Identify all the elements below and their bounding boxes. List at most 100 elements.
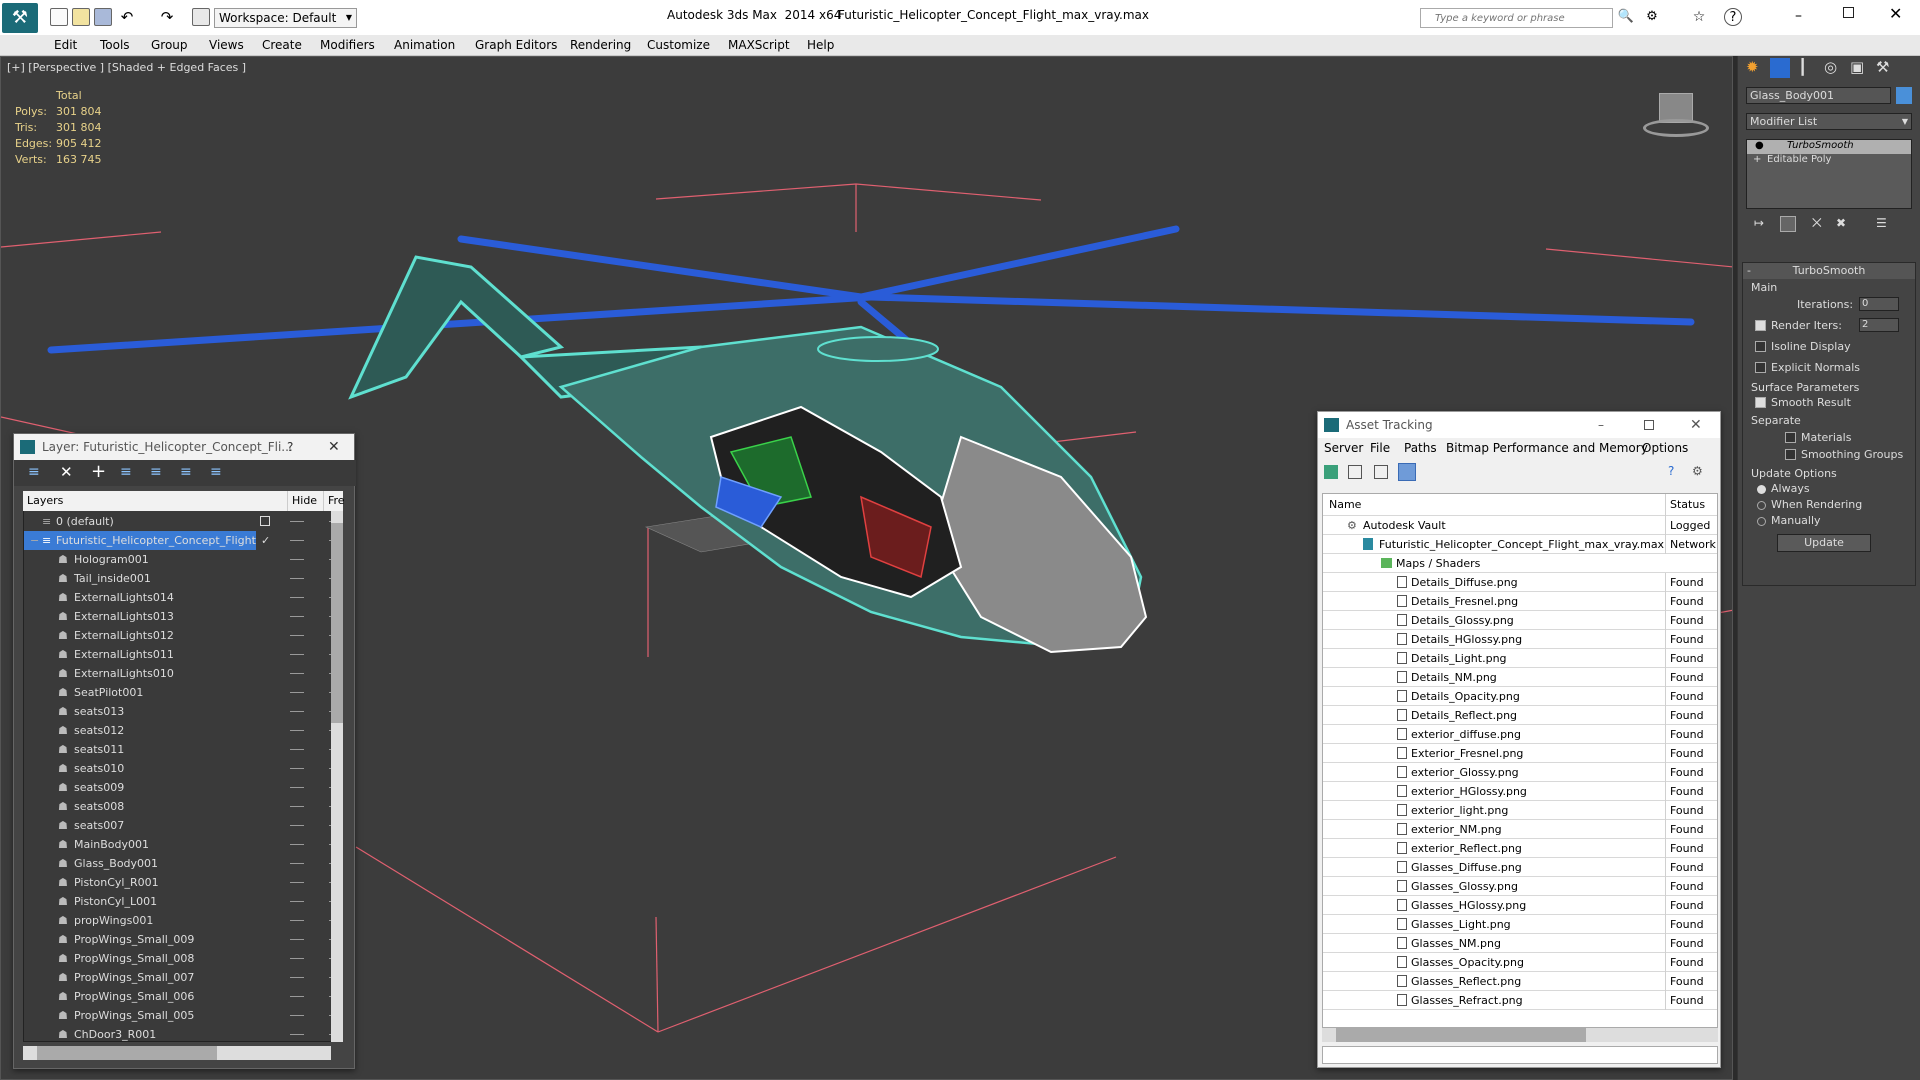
hide-toggle[interactable] [290, 939, 304, 940]
object-name-field[interactable]: Glass_Body001 [1746, 87, 1891, 104]
lightbulb-icon[interactable]: ● [1755, 140, 1764, 151]
col-hide[interactable]: Hide [287, 491, 317, 511]
hide-toggle[interactable] [290, 711, 304, 712]
asset-file-row[interactable]: exterior_light.png Found [1323, 801, 1717, 820]
help-icon[interactable]: ? [1724, 8, 1742, 26]
layer-item-row[interactable]: ☗ PistonCyl_L001 [24, 892, 342, 911]
asset-file-row[interactable]: Glasses_Light.png Found [1323, 915, 1717, 934]
hide-toggle[interactable] [290, 787, 304, 788]
layer-manager-window[interactable]: Layer: Futuristic_Helicopter_Concept_Fli… [13, 433, 356, 1069]
update-button[interactable]: Update [1777, 534, 1871, 552]
asset-menu-server[interactable]: Server [1324, 441, 1363, 455]
render-iters-checkbox[interactable] [1755, 320, 1766, 331]
list-view-icon[interactable] [1348, 465, 1362, 479]
hide-toggle[interactable] [290, 977, 304, 978]
refresh-icon[interactable] [1324, 465, 1338, 479]
layer-item-row[interactable]: ☗ propWings001 [24, 911, 342, 930]
hide-toggle[interactable] [290, 1015, 304, 1016]
hide-toggle[interactable] [290, 958, 304, 959]
menu-help[interactable]: Help [807, 38, 834, 52]
active-layer-checkbox[interactable] [260, 516, 270, 526]
asset-file-row[interactable]: Details_HGlossy.png Found [1323, 630, 1717, 649]
menu-create[interactable]: Create [262, 38, 302, 52]
settings-help-icon[interactable]: ⚙ [1692, 464, 1703, 478]
asset-file-row[interactable]: Exterior_Fresnel.png Found [1323, 744, 1717, 763]
project-folder-icon[interactable] [192, 8, 210, 26]
menu-views[interactable]: Views [209, 38, 244, 52]
viewport-label[interactable]: [+] [Perspective ] [Shaded + Edged Faces… [7, 61, 246, 74]
show-end-result-icon[interactable] [1780, 216, 1796, 232]
menu-edit[interactable]: Edit [54, 38, 77, 52]
hide-toggle[interactable] [290, 863, 304, 864]
hide-toggle[interactable] [290, 920, 304, 921]
col-layers[interactable]: Layers [27, 491, 63, 511]
layer-vertical-scrollbar[interactable] [331, 511, 343, 1042]
layer-item-row[interactable]: ☗ PropWings_Small_005 [24, 1006, 342, 1025]
asset-file-row[interactable]: Glasses_Reflect.png Found [1323, 972, 1717, 991]
layer-item-row[interactable]: ☗ Hologram001 [24, 550, 342, 569]
pin-stack-icon[interactable]: ↦ [1754, 216, 1764, 230]
asset-horizontal-scrollbar[interactable] [1322, 1028, 1718, 1042]
undo-icon[interactable]: ↶ [118, 8, 136, 26]
asset-path-field[interactable] [1322, 1046, 1718, 1064]
layer-item-row[interactable]: ☗ PropWings_Small_007 [24, 968, 342, 987]
layer-item-row[interactable]: ☗ ExternalLights011 [24, 645, 342, 664]
asset-row-maps-folder[interactable]: Maps / Shaders [1323, 554, 1717, 573]
hide-toggle[interactable] [290, 559, 304, 560]
layer-item-row[interactable]: ☗ seats007 [24, 816, 342, 835]
hide-toggle[interactable] [290, 825, 304, 826]
col-freeze[interactable]: Fre [323, 491, 345, 511]
menu-animation[interactable]: Animation [394, 38, 455, 52]
asset-tracking-window[interactable]: Asset Tracking – ✕ Server File Paths Bit… [1317, 411, 1721, 1068]
make-unique-icon[interactable]: ⨉ [1812, 216, 1822, 231]
smoothing-groups-checkbox[interactable] [1785, 449, 1796, 460]
asset-row-maxfile[interactable]: Futuristic_Helicopter_Concept_Flight_max… [1323, 535, 1717, 554]
grid-view-icon[interactable] [1398, 463, 1416, 481]
isoline-checkbox[interactable] [1755, 341, 1766, 352]
utilities-tab-icon[interactable]: ⚒ [1876, 58, 1889, 76]
hide-toggle[interactable] [290, 616, 304, 617]
layer-row-helicopter[interactable]: − ≡ Futuristic_Helicopter_Concept_Flight… [24, 531, 342, 550]
hide-toggle[interactable] [290, 730, 304, 731]
asset-file-row[interactable]: Details_Glossy.png Found [1323, 611, 1717, 630]
asset-file-row[interactable]: exterior_diffuse.png Found [1323, 725, 1717, 744]
menu-group[interactable]: Group [151, 38, 188, 52]
layer-item-row[interactable]: ☗ Tail_inside001 [24, 569, 342, 588]
hide-toggle[interactable] [290, 578, 304, 579]
hide-toggle[interactable] [290, 597, 304, 598]
hide-toggle[interactable] [290, 806, 304, 807]
layer-item-row[interactable]: ☗ ExternalLights010 [24, 664, 342, 683]
asset-file-row[interactable]: exterior_HGlossy.png Found [1323, 782, 1717, 801]
active-layer-check-icon[interactable]: ✓ [261, 531, 270, 550]
close-button[interactable]: ✕ [1889, 4, 1902, 23]
freeze-all-icon[interactable]: ≡ [210, 464, 222, 480]
asset-file-row[interactable]: exterior_Glossy.png Found [1323, 763, 1717, 782]
hide-toggle[interactable] [290, 768, 304, 769]
modifier-list-dropdown[interactable]: Modifier List ▼ [1746, 113, 1912, 130]
layer-row-default[interactable]: ≡ 0 (default) [24, 512, 342, 531]
asset-menu-paths[interactable]: Paths [1404, 441, 1437, 455]
layer-item-row[interactable]: ☗ SeatPilot001 [24, 683, 342, 702]
hide-toggle[interactable] [290, 635, 304, 636]
create-tab-icon[interactable]: ✹ [1746, 58, 1759, 76]
hide-toggle[interactable] [290, 996, 304, 997]
asset-file-row[interactable]: Glasses_Opacity.png Found [1323, 953, 1717, 972]
when-rendering-radio[interactable] [1757, 501, 1766, 510]
new-file-icon[interactable] [50, 8, 68, 26]
layer-item-row[interactable]: ☗ seats013 [24, 702, 342, 721]
hide-toggle[interactable] [290, 654, 304, 655]
stack-item-editable-poly[interactable]: + Editable Poly [1747, 154, 1911, 168]
hide-all-icon[interactable]: ≡ [180, 464, 192, 480]
expand-icon[interactable]: − [30, 531, 39, 550]
layer-item-row[interactable]: ☗ seats010 [24, 759, 342, 778]
create-layer-icon[interactable]: ≡ [28, 464, 40, 480]
layer-item-row[interactable]: ☗ ExternalLights014 [24, 588, 342, 607]
configure-sets-icon[interactable]: ☰ [1876, 216, 1887, 230]
asset-file-row[interactable]: Glasses_NM.png Found [1323, 934, 1717, 953]
col-status[interactable]: Status [1665, 494, 1717, 516]
hide-toggle[interactable] [290, 844, 304, 845]
asset-menu-options[interactable]: Options [1642, 441, 1688, 455]
asset-file-row[interactable]: exterior_NM.png Found [1323, 820, 1717, 839]
materials-checkbox[interactable] [1785, 432, 1796, 443]
asset-file-row[interactable]: Details_NM.png Found [1323, 668, 1717, 687]
